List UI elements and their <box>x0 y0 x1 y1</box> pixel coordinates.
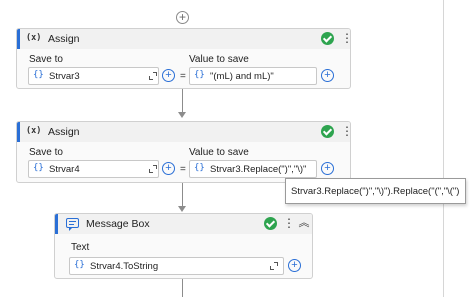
save-to-input[interactable]: {} Strvar4 <box>28 160 159 178</box>
activity-header[interactable]: (x) Assign ⋮ <box>17 122 353 142</box>
value-to-save-value: Strvar3.Replace(")","\)" <box>210 164 307 175</box>
text-label: Text <box>71 242 90 253</box>
expression-braces-icon: {} <box>33 163 44 173</box>
collapse-icon[interactable]: ︽ <box>298 217 310 231</box>
connector-line <box>182 279 183 297</box>
message-box-activity[interactable]: Message Box ⋮ ︽ Text {} Strvar4.ToString… <box>54 213 313 279</box>
more-options-icon[interactable]: ⋮ <box>341 31 353 45</box>
connector-arrow-icon <box>178 112 186 118</box>
expression-braces-icon: {} <box>194 163 205 173</box>
value-to-save-label: Value to save <box>189 54 249 65</box>
connector-line <box>182 89 183 114</box>
save-to-value: Strvar4 <box>49 164 80 175</box>
activity-header[interactable]: Message Box ⋮ ︽ <box>55 214 312 234</box>
add-value-button[interactable]: + <box>321 69 334 82</box>
message-box-icon <box>66 218 79 231</box>
value-to-save-label: Value to save <box>189 147 249 158</box>
expression-braces-icon: {} <box>194 70 205 80</box>
activity-title: Assign <box>48 126 80 138</box>
assign-activity-2[interactable]: (x) Assign ⋮ Save to Value to save {} St… <box>16 121 353 183</box>
assign-activity-1[interactable]: (x) Assign ⋮ Save to Value to save {} St… <box>16 28 353 89</box>
more-options-icon[interactable]: ⋮ <box>341 124 353 138</box>
activity-title: Assign <box>48 33 80 45</box>
add-value-button[interactable]: + <box>321 162 334 175</box>
panel-divider <box>443 0 444 297</box>
add-activity-button[interactable]: + <box>176 11 189 24</box>
tooltip-text: Strvar3.Replace(")","\)").Replace("(","\… <box>291 186 460 197</box>
expression-braces-icon: {} <box>33 70 44 80</box>
text-input[interactable]: {} Strvar4.ToString <box>69 257 284 275</box>
save-to-input[interactable]: {} Strvar3 <box>28 67 159 85</box>
add-variable-button[interactable]: + <box>162 69 175 82</box>
equals-sign: = <box>180 71 186 82</box>
check-circle-icon <box>321 125 334 138</box>
add-text-button[interactable]: + <box>288 259 301 272</box>
save-to-label: Save to <box>29 147 63 158</box>
expand-editor-icon[interactable] <box>149 72 157 80</box>
text-value: Strvar4.ToString <box>90 261 159 272</box>
variable-icon: (x) <box>26 33 42 43</box>
add-variable-button[interactable]: + <box>162 162 175 175</box>
more-options-icon[interactable]: ⋮ <box>283 216 295 230</box>
save-to-value: Strvar3 <box>49 71 80 82</box>
save-to-label: Save to <box>29 54 63 65</box>
value-to-save-value: "(mL) and mL)" <box>210 71 274 82</box>
activity-header[interactable]: (x) Assign ⋮ <box>17 29 353 49</box>
value-to-save-input[interactable]: {} Strvar3.Replace(")","\)" <box>189 160 317 178</box>
expand-editor-icon[interactable] <box>149 165 157 173</box>
check-circle-icon <box>321 32 334 45</box>
expression-tooltip: Strvar3.Replace(")","\)").Replace("(","\… <box>285 178 466 204</box>
variable-icon: (x) <box>26 126 42 136</box>
expand-editor-icon[interactable] <box>270 262 278 270</box>
equals-sign: = <box>180 164 186 175</box>
expression-braces-icon: {} <box>74 260 85 270</box>
activity-title: Message Box <box>86 218 150 230</box>
value-to-save-input[interactable]: {} "(mL) and mL)" <box>189 67 317 85</box>
connector-arrow-icon <box>178 206 186 212</box>
check-circle-icon <box>264 217 277 230</box>
